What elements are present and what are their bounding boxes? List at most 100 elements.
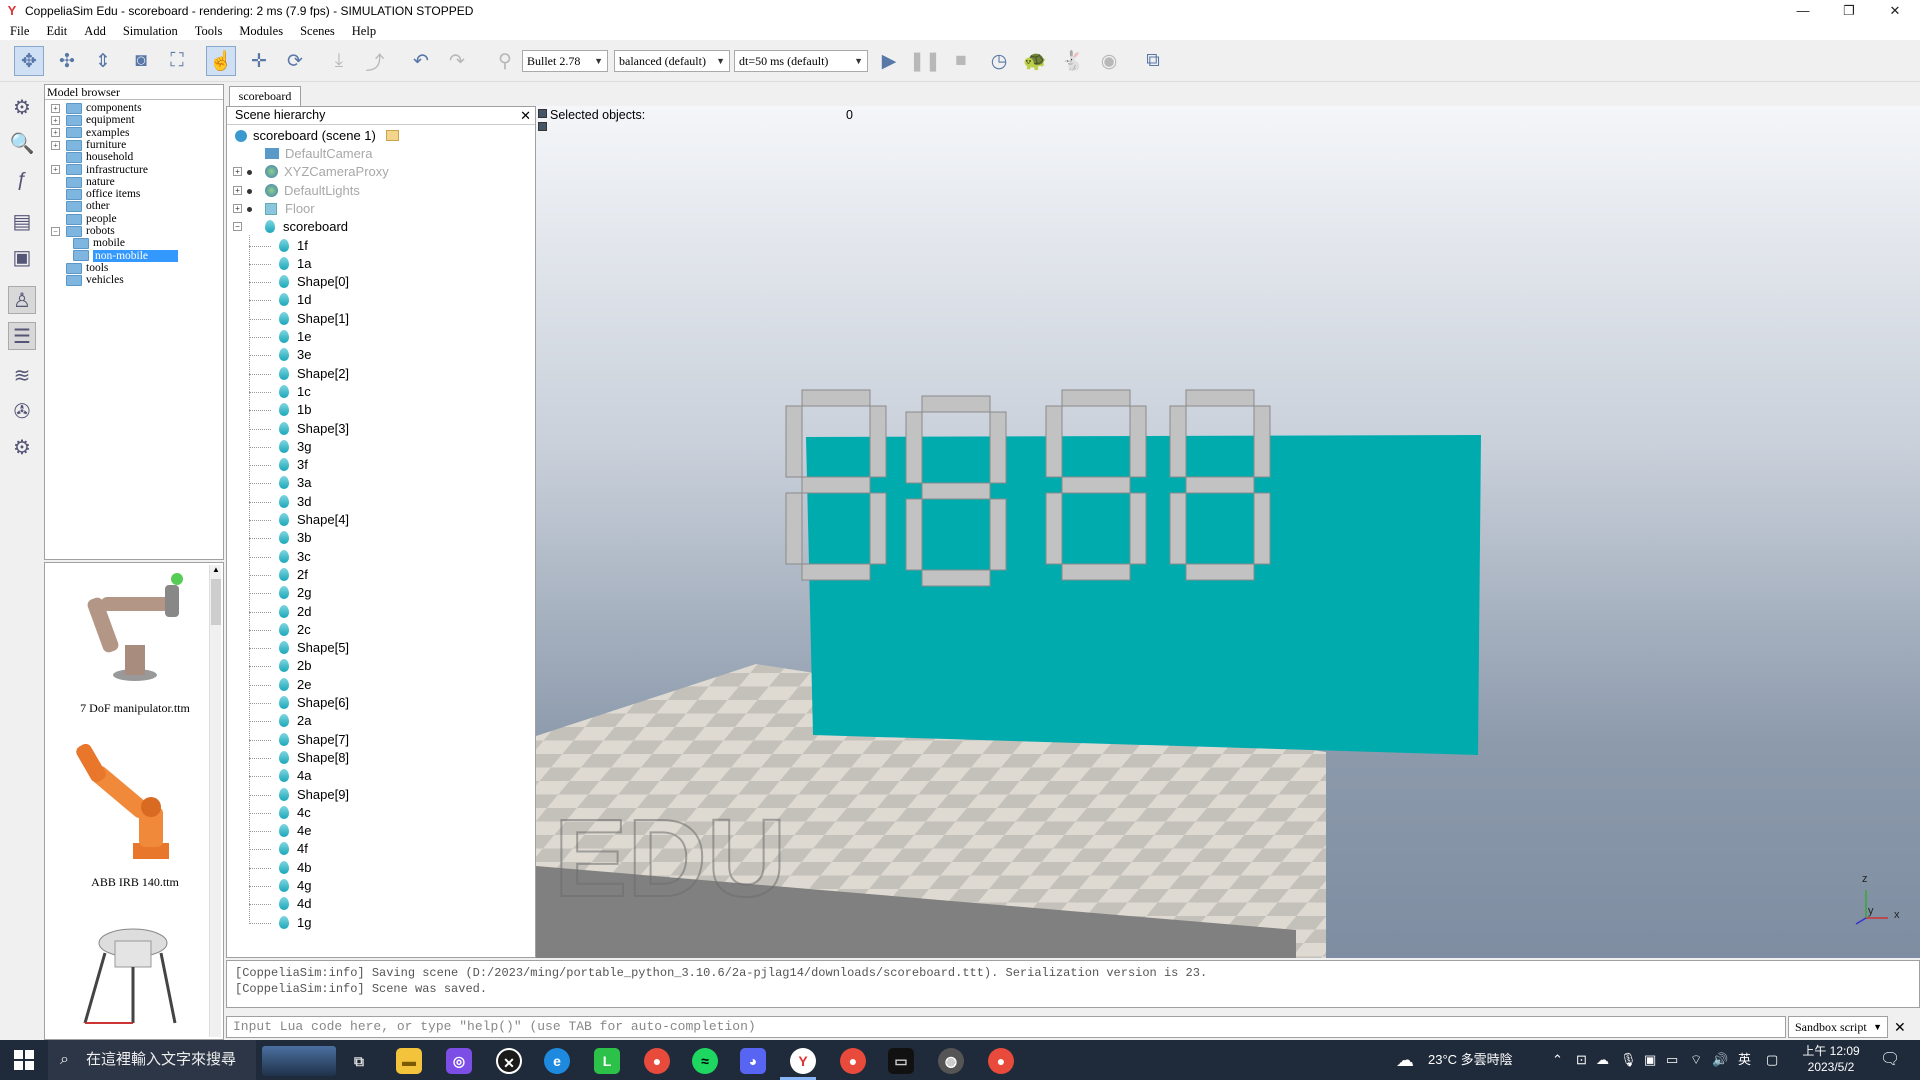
menu-simulation[interactable]: Simulation <box>113 24 185 39</box>
hierarchy-child-item[interactable]: 1e <box>279 328 311 346</box>
expand-icon[interactable]: + <box>51 165 60 175</box>
terminal-icon[interactable]: ▭ <box>888 1048 914 1074</box>
undo-icon[interactable]: ↶ <box>406 46 436 76</box>
hierarchy-child-item[interactable]: Shape[5] <box>279 639 349 657</box>
hierarchy-child-item[interactable]: 3g <box>279 438 311 456</box>
camera-pan-icon[interactable]: ✥ <box>14 46 44 76</box>
coppeliasim-taskbar-icon[interactable]: Y <box>790 1048 816 1074</box>
camera-angle-icon[interactable]: ◙ <box>126 46 156 76</box>
maximize-button[interactable]: ❐ <box>1826 0 1872 22</box>
hierarchy-child-item[interactable]: 4d <box>279 895 311 913</box>
menu-add[interactable]: Add <box>74 24 113 39</box>
volume-icon[interactable]: 🔊 <box>1712 1040 1728 1080</box>
stop-icon[interactable]: ■ <box>946 46 976 76</box>
thumbnail-scrollbar[interactable]: ▲ <box>209 565 221 1037</box>
close-button[interactable]: ✕ <box>1872 0 1918 22</box>
script-mode-select[interactable]: Sandbox script ▼ <box>1788 1016 1888 1038</box>
battery-icon[interactable]: ▭ <box>1666 1040 1678 1080</box>
hierarchy-item[interactable]: Floor <box>265 200 315 218</box>
hierarchy-child-item[interactable]: Shape[1] <box>279 310 349 328</box>
hierarchy-child-item[interactable]: 3b <box>279 529 311 547</box>
hierarchy-child-item[interactable]: 1d <box>279 291 311 309</box>
chrome-icon[interactable]: ● <box>644 1048 670 1074</box>
menu-edit[interactable]: Edit <box>36 24 74 39</box>
hierarchy-child-item[interactable]: Shape[8] <box>279 749 349 767</box>
object-shift-icon[interactable]: ✛ <box>244 46 274 76</box>
hierarchy-child-item[interactable]: Shape[3] <box>279 420 349 438</box>
scrollbar-thumb[interactable] <box>211 579 221 625</box>
hierarchy-child-item[interactable]: Shape[4] <box>279 511 349 529</box>
pause-icon[interactable]: ❚❚ <box>909 46 941 76</box>
ime-mode-icon[interactable]: ▢ <box>1766 1040 1778 1080</box>
windows-start-icon[interactable] <box>14 1050 34 1070</box>
hierarchy-child-item[interactable]: Shape[2] <box>279 365 349 383</box>
hierarchy-child-item[interactable]: 4f <box>279 840 308 858</box>
task-view-icon[interactable]: ⧉ <box>346 1048 372 1074</box>
hierarchy-root[interactable]: scoreboard (scene 1) <box>235 127 399 145</box>
lua-command-input[interactable]: Input Lua code here, or type "help()" (u… <box>226 1016 1786 1038</box>
calculation-modules-icon[interactable]: ▤ <box>8 208 36 236</box>
microphone-icon[interactable]: 🎙 <box>1620 1040 1637 1080</box>
spotify-icon[interactable]: ≈ <box>692 1048 718 1074</box>
scene-selector-icon[interactable]: ⧉ <box>1138 46 1168 76</box>
camera-shift-icon[interactable]: ⇕ <box>88 46 118 76</box>
expand-icon[interactable]: + <box>51 140 60 150</box>
weather-text[interactable]: 23°C 多雲時陰 <box>1428 1040 1513 1080</box>
collapse-icon[interactable]: − <box>233 222 242 232</box>
hierarchy-item[interactable]: XYZCameraProxy <box>265 163 389 181</box>
physics-engine-select[interactable]: Bullet 2.78 ▼ <box>522 50 608 72</box>
fit-to-view-icon[interactable]: ⛶ <box>162 46 192 76</box>
expand-icon[interactable]: + <box>233 167 242 177</box>
hierarchy-item[interactable]: DefaultLights <box>265 182 360 200</box>
assemble-icon[interactable]: ⤓ <box>324 46 354 76</box>
input-method-indicator[interactable]: 英 <box>1738 1040 1751 1080</box>
hierarchy-child-item[interactable]: 1c <box>279 383 311 401</box>
hierarchy-child-item[interactable]: 4e <box>279 822 311 840</box>
hierarchy-child-item[interactable]: 1g <box>279 914 311 932</box>
hierarchy-child-item[interactable]: 3f <box>279 456 308 474</box>
clear-command-icon[interactable]: ✕ <box>1894 1016 1906 1038</box>
file-explorer-icon[interactable]: ▬ <box>396 1048 422 1074</box>
accuracy-select[interactable]: balanced (default) ▼ <box>614 50 730 72</box>
scene-viewport[interactable]: Selected objects: 0 EDU z y x <box>536 106 1920 958</box>
wifi-icon[interactable]: ⌔ <box>1690 1040 1702 1080</box>
hierarchy-child-item[interactable]: Shape[6] <box>279 694 349 712</box>
hierarchy-child-item[interactable]: 2e <box>279 676 311 694</box>
notepad-app-icon[interactable]: ◎ <box>446 1048 472 1074</box>
scene-hierarchy-icon[interactable]: ☰ <box>8 322 36 350</box>
taskbar-search[interactable]: ⌕ 在這裡輸入文字來搜尋 <box>48 1040 256 1080</box>
clock[interactable]: 上午 12:09 2023/5/2 <box>1796 1043 1866 1075</box>
hierarchy-child-item[interactable]: 2c <box>279 621 311 639</box>
scroll-up-icon[interactable]: ▲ <box>210 565 222 577</box>
hierarchy-child-item[interactable]: 1f <box>279 237 308 255</box>
thumbnail-abb-irb-140[interactable] <box>55 743 205 873</box>
collections-icon[interactable]: ▣ <box>8 244 36 272</box>
notifications-icon[interactable]: 🗨 <box>1880 1040 1900 1080</box>
hierarchy-child-item[interactable]: 3e <box>279 346 311 364</box>
transfer-dna-icon[interactable]: ⤴ <box>360 46 390 76</box>
timestep-select[interactable]: dt=50 ms (default) ▼ <box>734 50 868 72</box>
menu-scenes[interactable]: Scenes <box>290 24 342 39</box>
unknown-app-icon[interactable]: ◍ <box>938 1048 964 1074</box>
thumbnail-7dof-manipulator[interactable] <box>55 567 205 687</box>
xbox-icon[interactable]: ✕ <box>496 1048 522 1074</box>
magnifier-icon[interactable]: 🔍 <box>8 130 36 158</box>
hierarchy-child-item[interactable]: 1b <box>279 401 311 419</box>
menu-tools[interactable]: Tools <box>185 24 230 39</box>
hierarchy-child-item[interactable]: 4g <box>279 877 311 895</box>
hierarchy-child-item[interactable]: 4a <box>279 767 311 785</box>
model-browser-icon[interactable]: ♙ <box>8 286 36 314</box>
weather-icon[interactable]: ☁ <box>1396 1040 1414 1080</box>
hierarchy-child-item[interactable]: 2d <box>279 603 311 621</box>
hierarchy-child-item[interactable]: 2a <box>279 712 311 730</box>
real-time-icon[interactable]: ◷ <box>984 46 1014 76</box>
tray-network-icon[interactable]: ⊡ <box>1576 1040 1587 1080</box>
hierarchy-child-item[interactable]: Shape[9] <box>279 786 349 804</box>
chrome-canary-icon[interactable]: ● <box>988 1048 1014 1074</box>
expand-icon[interactable]: + <box>233 185 242 195</box>
script-icon[interactable] <box>385 130 399 141</box>
function-icon[interactable]: ƒ <box>8 166 36 194</box>
hierarchy-child-item[interactable]: 4c <box>279 804 311 822</box>
expand-icon[interactable]: + <box>51 116 60 126</box>
collapse-icon[interactable]: − <box>51 226 60 236</box>
